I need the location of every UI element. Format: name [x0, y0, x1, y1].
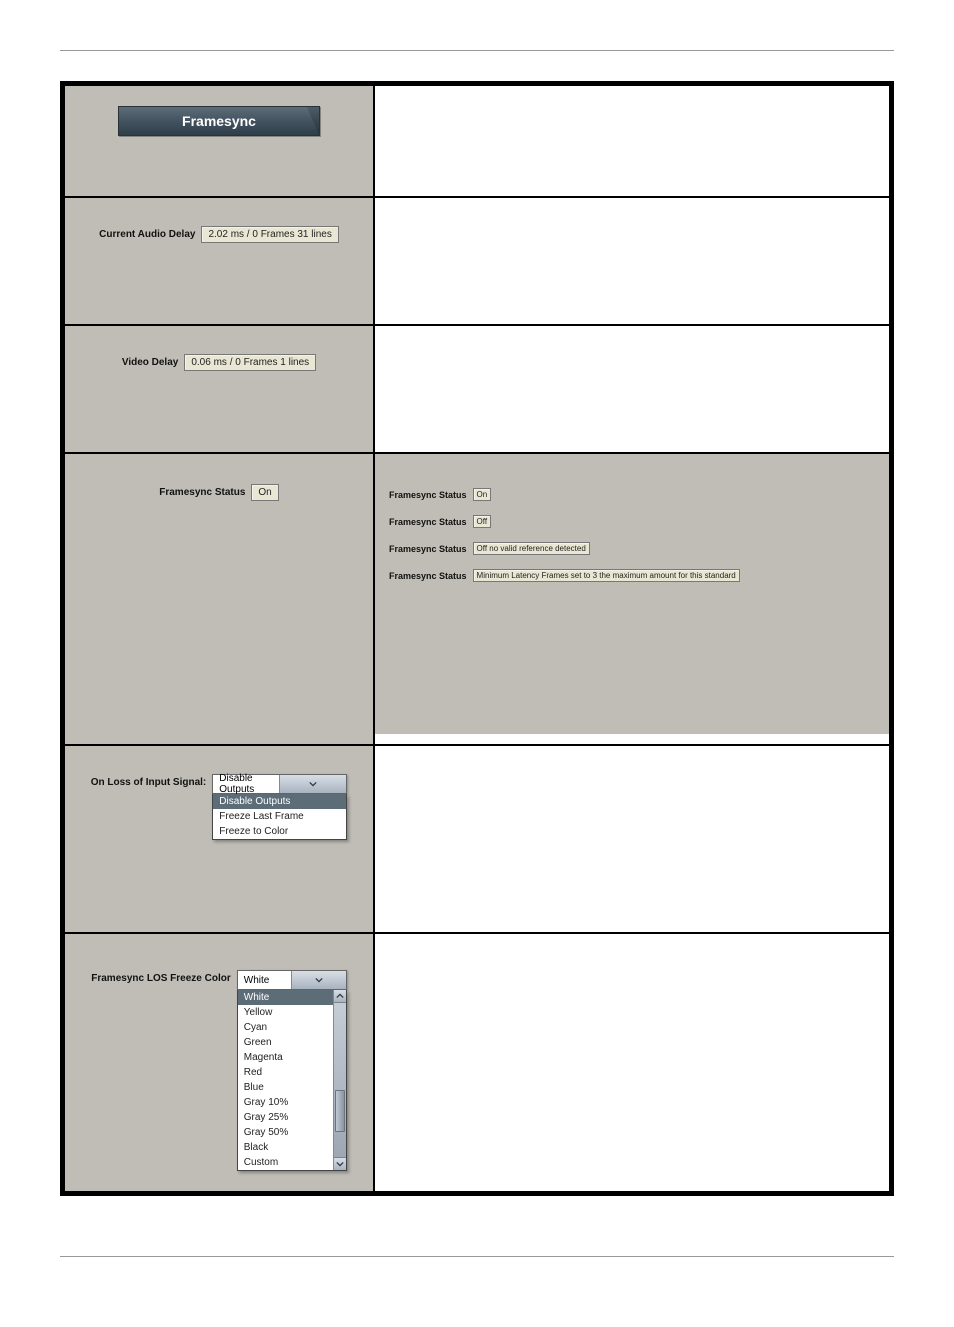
dropdown-option[interactable]: Freeze to Color — [213, 824, 346, 839]
audio-delay-panel: Current Audio Delay 2.02 ms / 0 Frames 3… — [65, 198, 373, 324]
tab-panel: Framesync — [65, 86, 373, 196]
top-rule — [60, 50, 894, 51]
dropdown-option[interactable]: Green — [238, 1035, 334, 1050]
loss-of-input-options: Disable Outputs Freeze Last Frame Freeze… — [212, 794, 347, 840]
loss-of-input-panel: On Loss of Input Signal: Disable Outputs… — [65, 746, 373, 932]
status-ex4-label: Framesync Status — [389, 571, 467, 581]
framesync-tab-button[interactable]: Framesync — [118, 106, 320, 136]
video-delay-panel: Video Delay 0.06 ms / 0 Frames 1 lines — [65, 326, 373, 452]
framesync-table: Framesync Current Audio Delay 2.02 ms / … — [60, 81, 894, 1196]
status-ex4-value: Minimum Latency Frames set to 3 the maxi… — [473, 569, 740, 582]
status-ex2-value: Off — [473, 515, 492, 528]
framesync-status-panel: Framesync Status On — [65, 454, 373, 744]
dropdown-option[interactable]: Yellow — [238, 1005, 334, 1020]
framesync-status-label: Framesync Status — [159, 487, 245, 498]
video-delay-label: Video Delay — [122, 357, 179, 368]
bottom-rule — [60, 1256, 894, 1257]
dropdown-option[interactable]: Gray 25% — [238, 1110, 334, 1125]
dropdown-option[interactable]: Disable Outputs — [213, 794, 346, 809]
dropdown-option[interactable]: Gray 50% — [238, 1125, 334, 1140]
empty-cell — [374, 85, 890, 197]
empty-cell — [374, 197, 890, 325]
scrollbar-thumb[interactable] — [335, 1090, 345, 1132]
audio-delay-value: 2.02 ms / 0 Frames 31 lines — [201, 226, 338, 243]
status-ex1-label: Framesync Status — [389, 490, 467, 500]
status-ex2-label: Framesync Status — [389, 517, 467, 527]
chevron-down-icon — [291, 971, 346, 989]
empty-cell — [374, 745, 890, 933]
framesync-tab-label: Framesync — [182, 113, 256, 129]
dropdown-option[interactable]: Freeze Last Frame — [213, 809, 346, 824]
scrollbar[interactable] — [333, 990, 346, 1170]
scroll-up-icon[interactable] — [334, 990, 346, 1003]
los-freeze-color-options: White Yellow Cyan Green Magenta Red Blue… — [237, 990, 347, 1171]
status-ex3-label: Framesync Status — [389, 544, 467, 554]
dropdown-option[interactable]: Gray 10% — [238, 1095, 334, 1110]
dropdown-option[interactable]: Black — [238, 1140, 334, 1155]
los-freeze-color-panel: Framesync LOS Freeze Color White White Y… — [65, 934, 373, 1191]
dropdown-option[interactable]: Magenta — [238, 1050, 334, 1065]
dropdown-option[interactable]: Blue — [238, 1080, 334, 1095]
status-ex3-value: Off no valid reference detected — [473, 542, 590, 555]
dropdown-option[interactable]: Custom — [238, 1155, 334, 1170]
loss-of-input-dropdown[interactable]: Disable Outputs Disable Outputs Freeze L… — [212, 774, 347, 840]
empty-cell — [374, 933, 890, 1192]
loss-of-input-selected: Disable Outputs — [213, 773, 279, 795]
audio-delay-label: Current Audio Delay — [99, 229, 195, 240]
dropdown-option[interactable]: Red — [238, 1065, 334, 1080]
empty-cell — [374, 325, 890, 453]
framesync-status-value: On — [251, 484, 278, 501]
status-ex1-value: On — [473, 488, 492, 501]
los-freeze-color-label: Framesync LOS Freeze Color — [91, 970, 231, 984]
dropdown-option[interactable]: Cyan — [238, 1020, 334, 1035]
status-examples-panel: Framesync Status On Framesync Status Off… — [375, 454, 889, 734]
chevron-down-icon — [279, 775, 346, 793]
loss-of-input-label: On Loss of Input Signal: — [91, 774, 207, 788]
video-delay-value: 0.06 ms / 0 Frames 1 lines — [184, 354, 316, 371]
los-freeze-color-selected: White — [238, 975, 292, 986]
los-freeze-color-dropdown[interactable]: White White Yellow Cyan Green Magenta — [237, 970, 347, 1171]
scroll-down-icon[interactable] — [334, 1157, 346, 1170]
dropdown-option[interactable]: White — [238, 990, 334, 1005]
